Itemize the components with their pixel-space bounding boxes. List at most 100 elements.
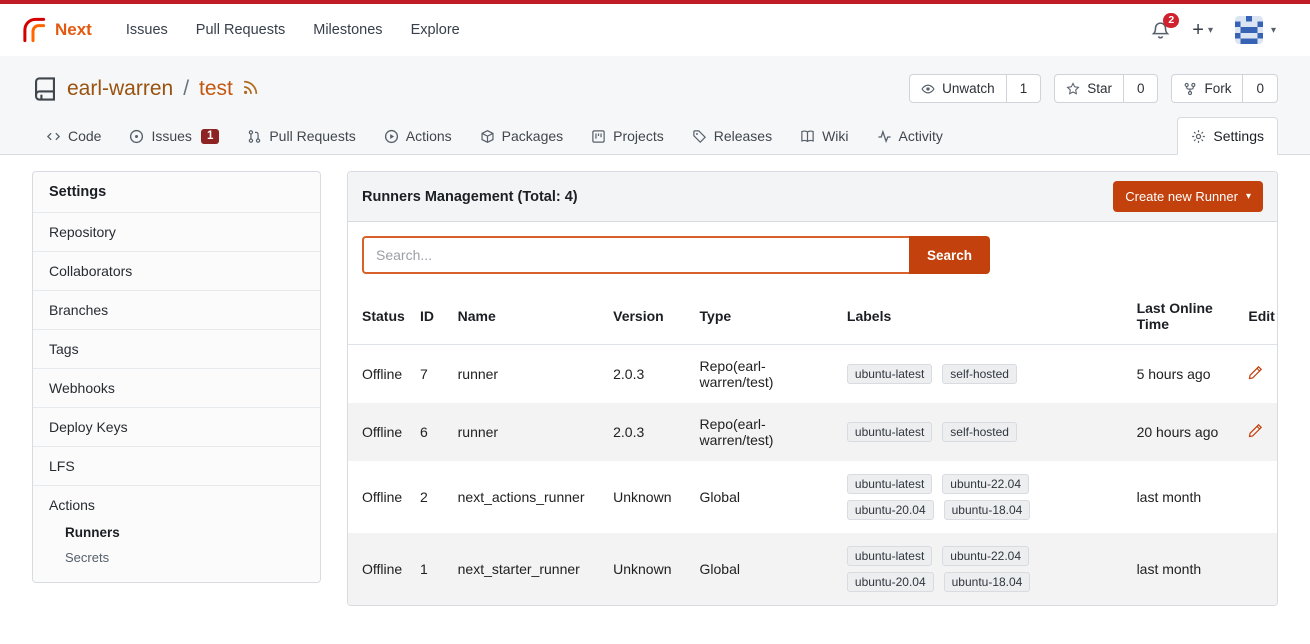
settings-sidebar: Settings Repository Collaborators Branches T… xyxy=(32,171,321,583)
star-label: Star xyxy=(1087,81,1112,96)
star-count[interactable]: 0 xyxy=(1123,75,1158,102)
runner-id: 6 xyxy=(412,403,450,461)
tab-wiki[interactable]: Wiki xyxy=(786,117,862,154)
repo-owner-link[interactable]: earl-warren xyxy=(67,77,173,101)
runner-label-chip: ubuntu-18.04 xyxy=(944,500,1031,520)
chevron-down-icon: ▾ xyxy=(1271,25,1276,36)
table-header-row: StatusIDNameVersionTypeLabelsLast Online… xyxy=(348,288,1277,345)
sidebar-subitem-secrets[interactable]: Secrets xyxy=(49,545,304,570)
fork-icon xyxy=(1183,82,1197,96)
sidebar-item-label: Tags xyxy=(49,341,79,357)
labels-list: ubuntu-latestself-hosted xyxy=(847,422,1057,442)
create-new-menu[interactable]: + ▾ xyxy=(1192,20,1213,40)
create-runner-label: Create new Runner xyxy=(1125,189,1238,204)
sidebar-item-label[interactable]: Actions xyxy=(49,497,95,513)
unwatch-label: Unwatch xyxy=(942,81,995,96)
edit-runner-button[interactable] xyxy=(1248,365,1263,380)
sidebar-item-label: LFS xyxy=(49,458,75,474)
runner-row: Offline2next_actions_runnerUnknownGlobal… xyxy=(348,461,1277,533)
pull-request-icon xyxy=(247,129,262,144)
notifications-button[interactable]: 2 xyxy=(1151,21,1170,40)
sidebar-item-lfs[interactable]: LFS xyxy=(33,446,320,485)
labels-list: ubuntu-latestself-hosted xyxy=(847,364,1057,384)
sidebar-item-label: Branches xyxy=(49,302,108,318)
sidebar-subitem-runners[interactable]: Runners xyxy=(49,520,304,545)
search-form: Search xyxy=(362,236,990,274)
runner-version: 2.0.3 xyxy=(605,345,691,404)
runner-label-chip: ubuntu-latest xyxy=(847,546,932,566)
tab-packages[interactable]: Packages xyxy=(466,117,577,154)
runner-labels: ubuntu-latestubuntu-22.04ubuntu-20.04ubu… xyxy=(839,533,1129,605)
rss-feed-button[interactable] xyxy=(242,79,259,99)
unwatch-button-group: Unwatch 1 xyxy=(909,74,1041,103)
fork-button[interactable]: Fork xyxy=(1172,75,1242,102)
runner-last-online: 20 hours ago xyxy=(1129,403,1241,461)
tab-label: Actions xyxy=(406,128,452,144)
tab-actions[interactable]: Actions xyxy=(370,117,466,154)
sidebar-item-webhooks[interactable]: Webhooks xyxy=(33,368,320,407)
panel-title: Runners Management (Total: 4) xyxy=(362,189,578,205)
pencil-icon xyxy=(1248,423,1263,438)
runner-version: 2.0.3 xyxy=(605,403,691,461)
runner-type: Repo(earl-warren/test) xyxy=(692,345,839,404)
runner-row: Offline1next_starter_runnerUnknownGlobal… xyxy=(348,533,1277,605)
runner-row: Offline6runner2.0.3Repo(earl-warren/test… xyxy=(348,403,1277,461)
sidebar-item-deploy-keys[interactable]: Deploy Keys xyxy=(33,407,320,446)
tab-label: Wiki xyxy=(822,128,848,144)
plus-icon: + xyxy=(1192,20,1204,40)
unwatch-count[interactable]: 1 xyxy=(1006,75,1041,102)
tab-activity[interactable]: Activity xyxy=(863,117,957,154)
page-body: Settings Repository Collaborators Branches T… xyxy=(0,155,1310,606)
pulse-icon xyxy=(877,129,892,144)
sidebar-item-tags[interactable]: Tags xyxy=(33,329,320,368)
nav-link-explore[interactable]: Explore xyxy=(397,13,474,47)
eye-icon xyxy=(921,82,935,96)
runner-row: Offline7runner2.0.3Repo(earl-warren/test… xyxy=(348,345,1277,404)
tab-issues[interactable]: Issues1 xyxy=(115,117,233,154)
fork-button-group: Fork0 xyxy=(1171,74,1278,103)
tab-projects[interactable]: Projects xyxy=(577,117,678,154)
sidebar-sublist: RunnersSecrets xyxy=(49,520,304,570)
runners-panel: Runners Management (Total: 4) Create new… xyxy=(347,171,1278,606)
user-menu[interactable]: ▾ xyxy=(1235,16,1276,44)
project-icon xyxy=(591,129,606,144)
sidebar-item-label: Repository xyxy=(49,224,116,240)
runner-type: Repo(earl-warren/test) xyxy=(692,403,839,461)
home-link[interactable]: Next xyxy=(18,15,92,45)
runner-label-chip: self-hosted xyxy=(942,422,1017,442)
runners-table: StatusIDNameVersionTypeLabelsLast Online… xyxy=(348,288,1277,605)
tab-settings[interactable]: Settings xyxy=(1177,117,1278,155)
navbar-right: 2 + ▾ ▾ xyxy=(1151,16,1292,44)
nav-link-issues[interactable]: Issues xyxy=(112,13,182,47)
sidebar-item-collaborators[interactable]: Collaborators xyxy=(33,251,320,290)
repo-name-link[interactable]: test xyxy=(199,77,233,101)
runner-name: runner xyxy=(450,403,606,461)
fork-count[interactable]: 0 xyxy=(1242,75,1277,102)
search-section: Search xyxy=(348,222,1277,288)
edit-runner-button[interactable] xyxy=(1248,423,1263,438)
create-runner-button[interactable]: Create new Runner ▾ xyxy=(1113,181,1263,212)
nav-link-milestones[interactable]: Milestones xyxy=(299,13,396,47)
search-button[interactable]: Search xyxy=(909,236,990,274)
star-button[interactable]: Star xyxy=(1055,75,1123,102)
pencil-icon xyxy=(1248,365,1263,380)
nav-link-pull-requests[interactable]: Pull Requests xyxy=(182,13,299,47)
unwatch-button[interactable]: Unwatch xyxy=(910,75,1006,102)
notification-count-badge: 2 xyxy=(1163,13,1179,28)
column-header-version: Version xyxy=(605,288,691,345)
runner-last-online: last month xyxy=(1129,461,1241,533)
runner-label-chip: ubuntu-latest xyxy=(847,474,932,494)
issues-count-badge: 1 xyxy=(201,129,219,144)
tab-pull-requests[interactable]: Pull Requests xyxy=(233,117,369,154)
column-header-labels: Labels xyxy=(839,288,1129,345)
tab-releases[interactable]: Releases xyxy=(678,117,786,154)
sidebar-header: Settings xyxy=(33,172,320,212)
search-input[interactable] xyxy=(362,236,909,274)
runner-edit-cell xyxy=(1240,533,1277,605)
sidebar-item-branches[interactable]: Branches xyxy=(33,290,320,329)
play-icon xyxy=(384,129,399,144)
star-button-group: Star 0 xyxy=(1054,74,1158,103)
sidebar-item-repository[interactable]: Repository xyxy=(33,212,320,251)
runner-label-chip: ubuntu-18.04 xyxy=(944,572,1031,592)
tab-code[interactable]: Code xyxy=(32,117,115,154)
